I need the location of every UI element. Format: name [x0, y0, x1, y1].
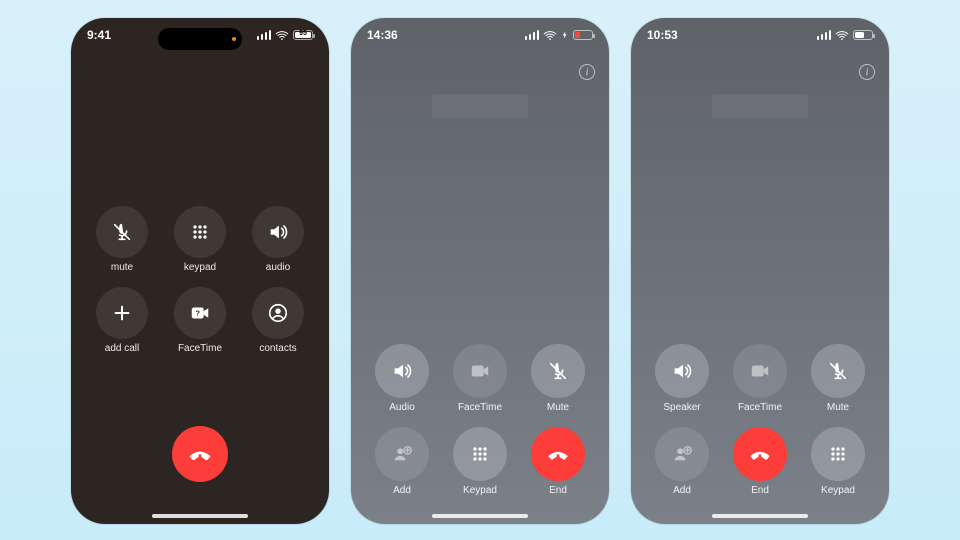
signal-icon	[525, 30, 540, 40]
facetime-icon	[749, 360, 771, 382]
caller-name-placeholder	[712, 94, 808, 118]
keypad-label: Keypad	[821, 485, 855, 496]
contacts-icon	[267, 302, 289, 324]
mute-icon	[827, 360, 849, 382]
facetime-button[interactable]: FaceTime	[174, 287, 226, 354]
speaker-icon	[267, 221, 289, 243]
signal-icon	[257, 30, 272, 40]
info-icon[interactable]: i	[579, 64, 595, 80]
facetime-button[interactable]: FaceTime	[733, 344, 787, 413]
facetime-label: FaceTime	[738, 402, 782, 413]
status-time: 14:36	[367, 28, 398, 42]
audio-button[interactable]: Audio	[375, 344, 429, 413]
call-controls-grid: Speaker FaceTime Mute Add End Keypad	[631, 344, 889, 496]
mute-button[interactable]: Mute	[531, 344, 585, 413]
keypad-button[interactable]: keypad	[174, 206, 226, 273]
status-time: 10:53	[647, 28, 678, 42]
contacts-button[interactable]: contacts	[252, 287, 304, 354]
end-button[interactable]: End	[531, 427, 585, 496]
call-controls-grid: mute keypad audio add call FaceTime cont…	[71, 206, 329, 354]
wifi-icon	[275, 29, 289, 41]
add-person-icon	[671, 443, 693, 465]
keypad-icon	[470, 444, 490, 464]
status-bar: 14:36	[351, 18, 609, 46]
speaker-icon	[391, 360, 413, 382]
hangup-icon	[545, 441, 571, 467]
info-icon[interactable]: i	[859, 64, 875, 80]
audio-label: audio	[266, 262, 290, 273]
mute-label: mute	[111, 262, 133, 273]
keypad-label: keypad	[184, 262, 216, 273]
facetime-icon	[469, 360, 491, 382]
charging-icon	[561, 30, 569, 40]
home-indicator	[152, 514, 248, 518]
phone-a-call-screen: 9:41 95 mute keypad audio add call FaceT…	[71, 18, 329, 524]
status-right	[817, 29, 874, 41]
end-label: End	[751, 485, 769, 496]
facetime-icon	[189, 302, 211, 324]
dynamic-island	[158, 28, 242, 50]
add-call-label: add call	[105, 343, 139, 354]
keypad-icon	[828, 444, 848, 464]
mute-label: Mute	[547, 402, 569, 413]
battery-icon: 95	[293, 30, 313, 40]
mute-icon	[111, 221, 133, 243]
keypad-icon	[190, 222, 210, 242]
signal-icon	[817, 30, 832, 40]
battery-icon	[573, 30, 593, 40]
hangup-icon	[747, 441, 773, 467]
add-label: Add	[393, 485, 411, 496]
caller-name-placeholder	[432, 94, 528, 118]
hangup-icon	[186, 440, 214, 468]
audio-label: Audio	[389, 402, 415, 413]
end-label: End	[549, 485, 567, 496]
status-right: 95	[257, 29, 314, 41]
add-call-button[interactable]: add call	[96, 287, 148, 354]
keypad-button[interactable]: Keypad	[811, 427, 865, 496]
facetime-label: FaceTime	[178, 343, 222, 354]
mute-button[interactable]: Mute	[811, 344, 865, 413]
add-label: Add	[673, 485, 691, 496]
mute-label: Mute	[827, 402, 849, 413]
keypad-button[interactable]: Keypad	[453, 427, 507, 496]
plus-icon	[111, 302, 133, 324]
status-bar: 10:53	[631, 18, 889, 46]
wifi-icon	[835, 29, 849, 41]
contacts-label: contacts	[259, 343, 296, 354]
home-indicator	[432, 514, 528, 518]
add-person-icon	[391, 443, 413, 465]
add-button[interactable]: Add	[655, 427, 709, 496]
speaker-label: Speaker	[663, 402, 700, 413]
keypad-label: Keypad	[463, 485, 497, 496]
facetime-button[interactable]: FaceTime	[453, 344, 507, 413]
wifi-icon	[543, 29, 557, 41]
status-time: 9:41	[87, 28, 111, 42]
add-button[interactable]: Add	[375, 427, 429, 496]
end-call-button[interactable]	[172, 426, 228, 482]
facetime-label: FaceTime	[458, 402, 502, 413]
battery-icon	[853, 30, 873, 40]
mute-icon	[547, 360, 569, 382]
mute-button[interactable]: mute	[96, 206, 148, 273]
phone-b-call-screen: 14:36 i Audio FaceTime Mute Add Keypad	[351, 18, 609, 524]
status-right	[525, 29, 594, 41]
speaker-icon	[671, 360, 693, 382]
speaker-button[interactable]: Speaker	[655, 344, 709, 413]
phone-c-call-screen: 10:53 i Speaker FaceTime Mute Add End	[631, 18, 889, 524]
call-controls-grid: Audio FaceTime Mute Add Keypad End	[351, 344, 609, 496]
home-indicator	[712, 514, 808, 518]
end-button[interactable]: End	[733, 427, 787, 496]
audio-button[interactable]: audio	[252, 206, 304, 273]
